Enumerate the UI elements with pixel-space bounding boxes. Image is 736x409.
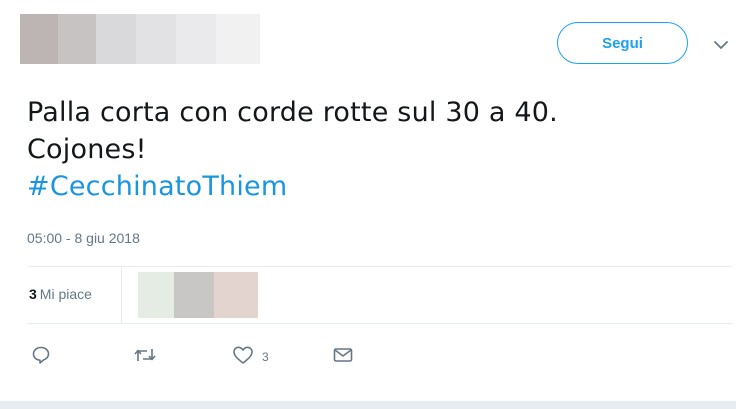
follow-button[interactable]: Segui [557,22,688,64]
divider [27,266,733,267]
reply-button[interactable] [31,344,51,366]
retweet-button[interactable] [133,344,157,366]
like-button[interactable]: 3 [232,344,269,366]
likes-label: Mi piace [39,286,92,302]
divider [121,266,122,324]
envelope-icon [332,345,354,365]
like-count: 3 [262,350,269,364]
chevron-down-icon[interactable] [712,38,730,52]
likes-stat-link[interactable]: 3 Mi piace [29,286,92,302]
hashtag-link[interactable]: #CecchinatoThiem [27,171,287,202]
author-redacted-blur [20,14,260,64]
tweet-text-line: Palla corta con corde rotte sul 30 a 40. [27,97,558,128]
tweet-timestamp[interactable]: 05:00 - 8 giu 2018 [27,230,140,246]
reply-icon [31,345,51,365]
retweet-icon [133,345,157,365]
divider [27,323,733,324]
direct-message-button[interactable] [332,344,354,366]
tweet-card: Segui Palla corta con corde rotte sul 30… [0,0,736,409]
heart-icon [232,345,254,365]
bottom-edge [0,401,736,409]
tweet-text: Palla corta con corde rotte sul 30 a 40.… [27,94,717,205]
tweet-text-line: Cojones! [27,134,147,165]
likes-count: 3 [29,286,37,302]
likers-avatars-redacted-blur [138,272,258,318]
